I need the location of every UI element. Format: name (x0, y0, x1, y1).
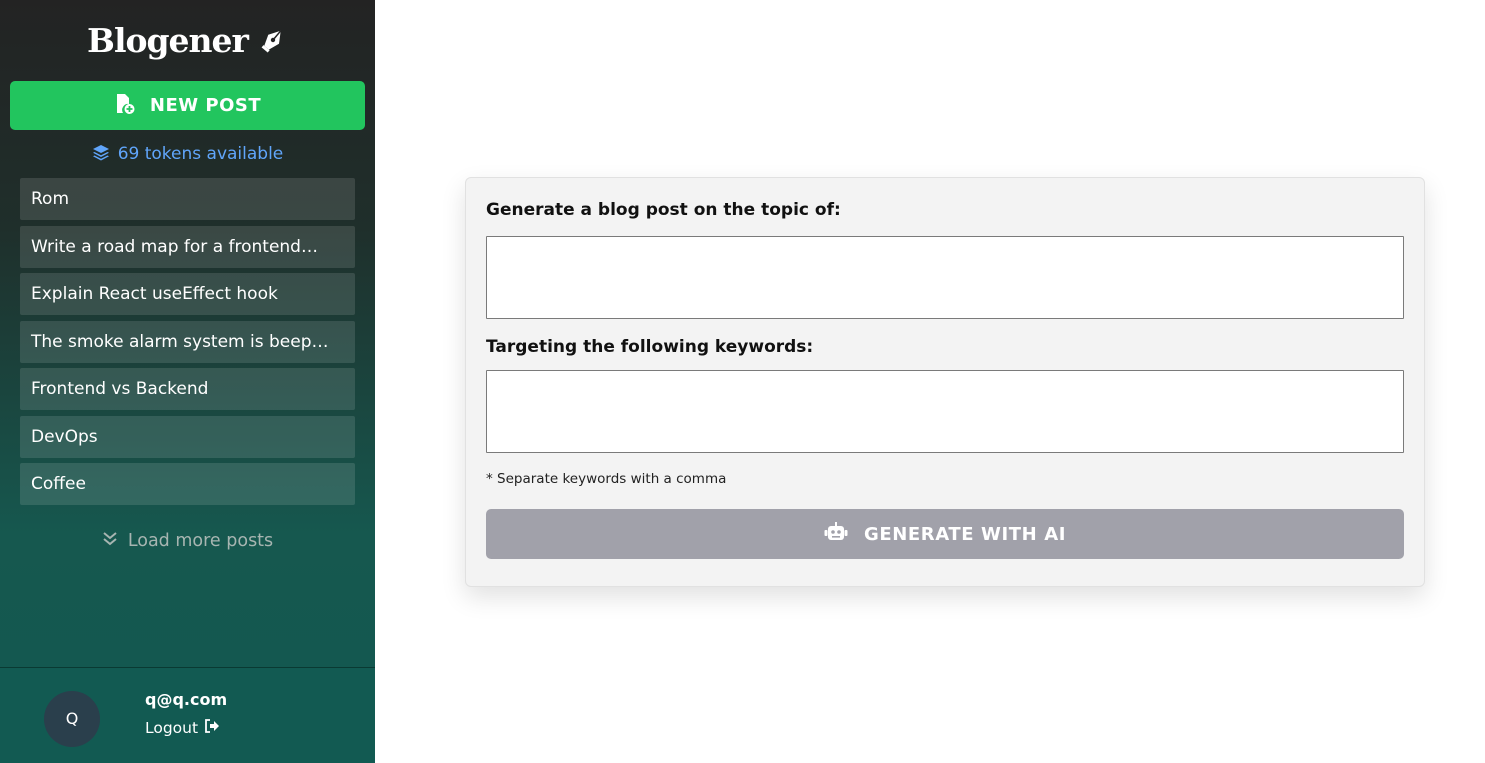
post-list: Rom Write a road map for a frontend… Exp… (0, 178, 375, 505)
keywords-label: Targeting the following keywords: (486, 337, 814, 357)
topic-label: Generate a blog post on the topic of: (486, 200, 841, 220)
file-plus-icon (114, 93, 136, 119)
load-more-label: Load more posts (127, 531, 274, 551)
tokens-label: 69 tokens available (117, 144, 284, 164)
new-post-label: NEW POST (149, 95, 262, 116)
robot-icon (824, 522, 848, 546)
keywords-input[interactable] (486, 370, 1404, 453)
logout-label: Logout (145, 719, 199, 737)
post-item[interactable]: Coffee (20, 463, 355, 505)
logout-link[interactable]: Logout (145, 719, 227, 737)
user-info: q@q.com Logout (145, 690, 227, 737)
new-post-button[interactable]: NEW POST (10, 81, 365, 130)
post-item[interactable]: Frontend vs Backend (20, 368, 355, 410)
post-item[interactable]: DevOps (20, 415, 355, 458)
pen-nib-icon (258, 25, 288, 55)
generate-label: GENERATE WITH AI (863, 523, 1067, 545)
topic-input[interactable] (486, 236, 1404, 319)
sidebar: Blogener NEW POST 69 tokens available Ro… (0, 0, 375, 763)
load-more-button[interactable]: Load more posts (0, 523, 375, 559)
avatar[interactable]: Q (44, 690, 100, 747)
post-item[interactable]: Write a road map for a frontend… (20, 225, 355, 268)
brand-title: Blogener (87, 20, 249, 60)
tokens-available: 69 tokens available (0, 130, 375, 178)
keywords-hint: * Separate keywords with a comma (486, 471, 727, 487)
user-email: q@q.com (145, 690, 228, 709)
user-area: Q q@q.com Logout (0, 667, 375, 763)
main-content: Generate a blog post on the topic of: Ta… (375, 0, 1485, 763)
generate-post-form: Generate a blog post on the topic of: Ta… (465, 177, 1425, 587)
sign-out-icon (204, 719, 220, 737)
brand: Blogener (0, 0, 375, 80)
post-item[interactable]: The smoke alarm system is beep… (20, 320, 355, 363)
double-chevron-down-icon (102, 531, 118, 552)
post-item[interactable]: Explain React useEffect hook (20, 273, 355, 315)
generate-with-ai-button[interactable]: GENERATE WITH AI (486, 509, 1404, 559)
layers-icon (92, 143, 110, 166)
post-item[interactable]: Rom (20, 178, 355, 220)
